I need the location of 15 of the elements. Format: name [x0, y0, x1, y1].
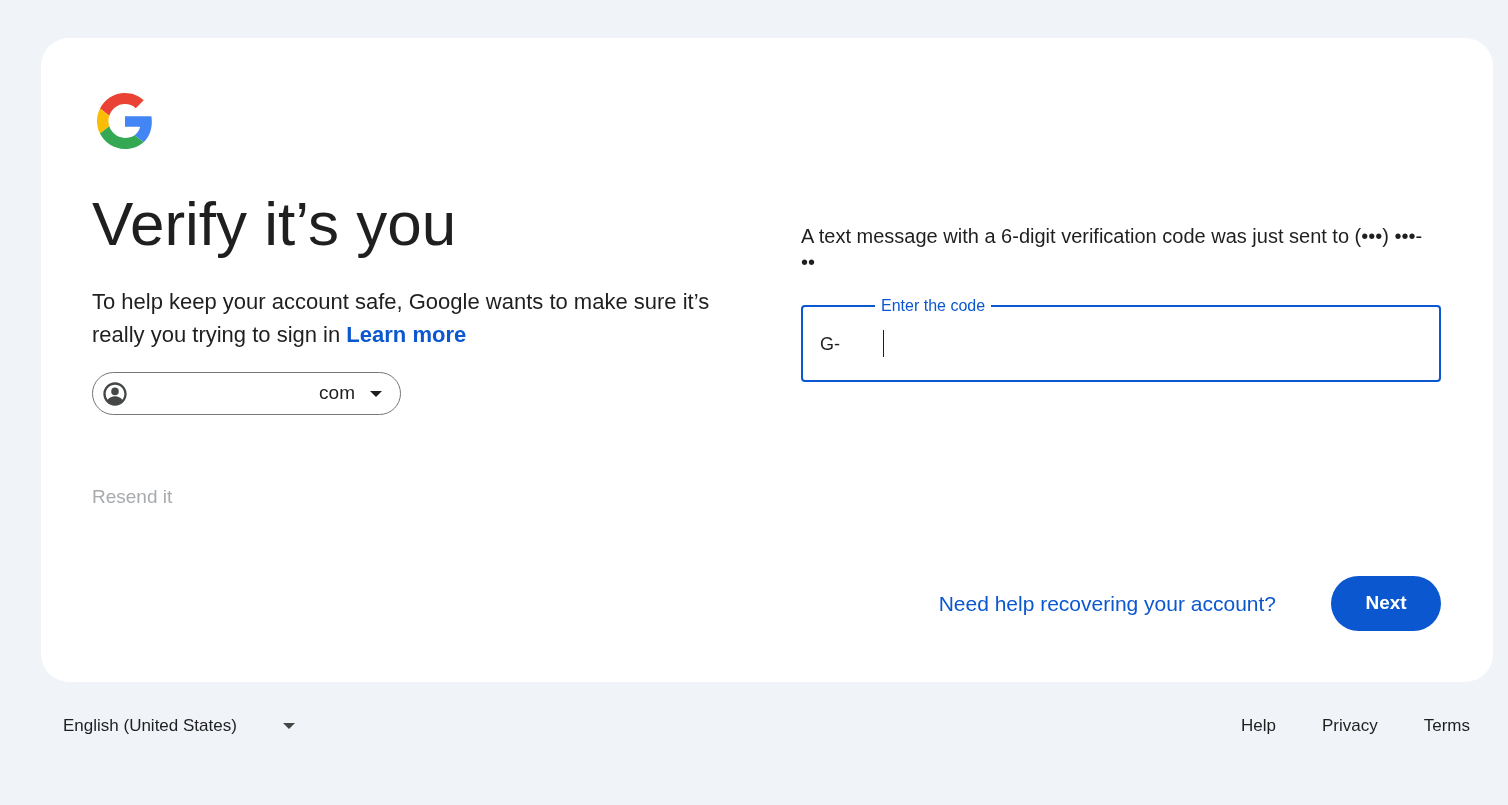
help-link[interactable]: Need help recovering your account?	[938, 587, 1276, 620]
page-heading: Verify it’s you	[92, 188, 457, 260]
footer-link[interactable]: Privacy	[1322, 716, 1378, 736]
text-cursor-icon	[883, 330, 884, 357]
description-text: To help keep your account safe, Google wants to make sure it’s really you trying to sign in Learn more	[92, 288, 711, 349]
next-button[interactable]: Next	[1331, 576, 1441, 631]
learn-more-link[interactable]: Learn more	[346, 322, 467, 347]
code-prefix: G-	[820, 332, 841, 356]
language-selector[interactable]: English (United States)	[63, 716, 295, 736]
caret-icon	[370, 390, 382, 397]
footer-link[interactable]: Terms	[1423, 716, 1470, 736]
footer-link[interactable]: Help	[1241, 716, 1276, 736]
g-logo	[97, 93, 153, 149]
caret-icon	[282, 723, 295, 729]
message-text: A text message with a 6-digit verification code was just sent to (•••) •••-••	[801, 224, 1424, 275]
